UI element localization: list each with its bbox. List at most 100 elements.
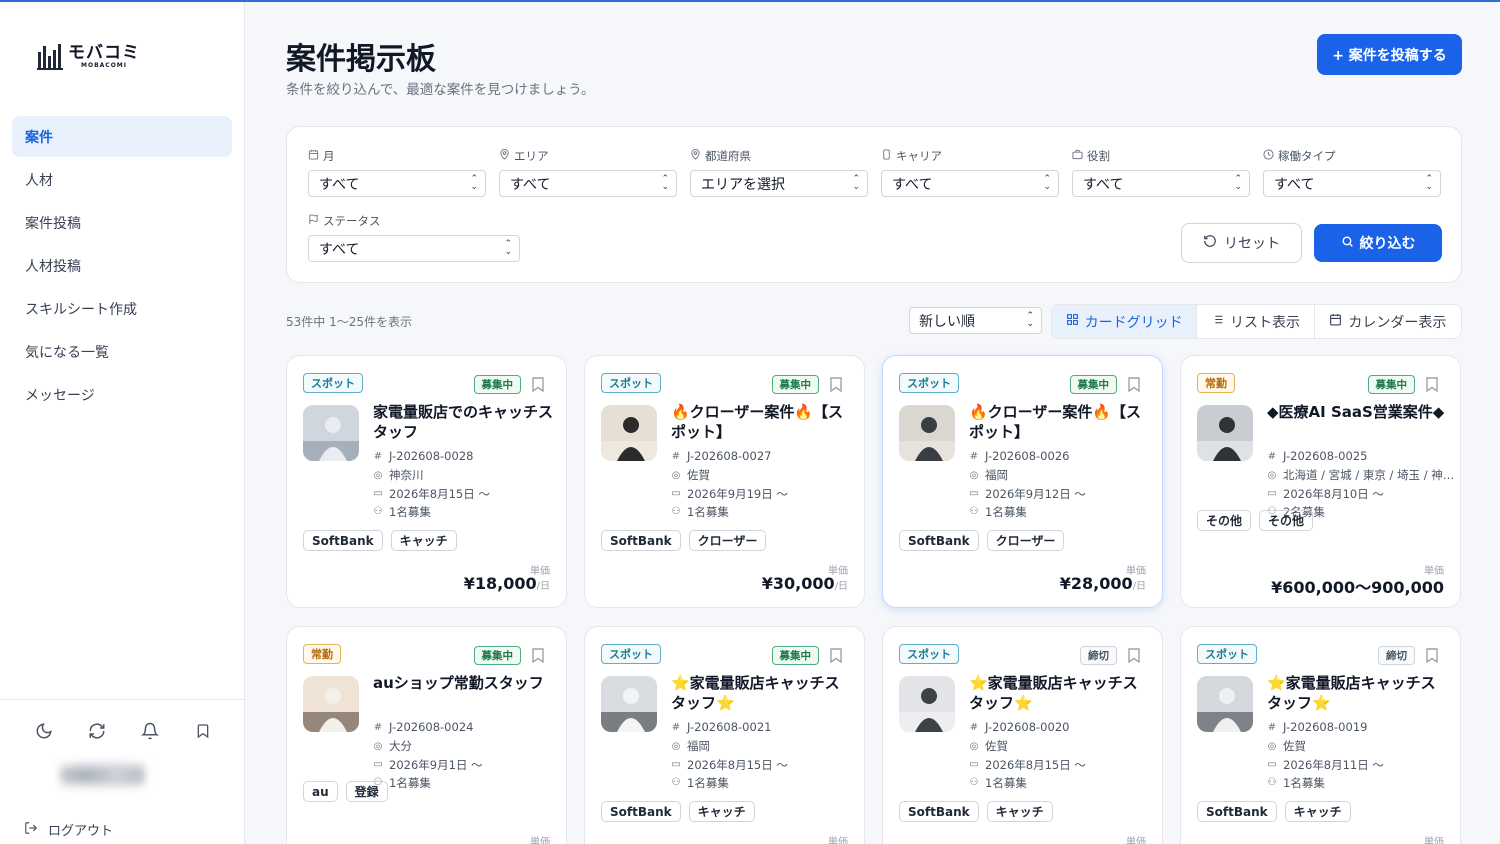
bookmark-icon[interactable] <box>1426 377 1438 393</box>
status-select-value: すべて <box>319 241 360 258</box>
bookmark-icon[interactable] <box>830 377 842 393</box>
search-icon <box>1341 235 1354 252</box>
job-card[interactable]: スポット 募集中 家電量販店でのキャッチスタッフ # J-202608-0028 ◎ 神奈川… <box>286 355 567 608</box>
bookmark-icon[interactable] <box>192 720 214 742</box>
apply-filter-button[interactable]: 絞り込む <box>1314 224 1442 262</box>
logout-button[interactable]: ログアウト <box>24 820 113 839</box>
job-card[interactable]: 常勤 募集中 auショップ常勤スタッフ # J-202608-0024 ◎ 大分 ▭ 2026年… <box>286 626 567 844</box>
tab-list-view[interactable]: リスト表示 <box>1197 305 1315 338</box>
job-title[interactable]: 家電量販店でのキャッチスタッフ <box>373 403 553 442</box>
work-type-select[interactable]: すべて ⌃ ⌄ <box>1263 170 1441 197</box>
job-headcount: ⚇ 1名募集 <box>671 775 729 791</box>
job-location: ◎ 北海道 / 宮城 / 東京 / 埼玉 / 神… <box>1267 467 1455 483</box>
hash-icon: # <box>969 450 979 462</box>
tag: SoftBank <box>899 530 979 551</box>
job-title[interactable]: 🔥クローザー案件🔥【スポット】 <box>671 403 851 442</box>
job-card[interactable]: スポット 募集中 ⭐家電量販店キャッチスタッフ⭐ # J-202608-0021 ◎ 福岡 ▭… <box>584 626 865 844</box>
bookmark-icon[interactable] <box>1128 648 1140 664</box>
dark-mode-icon[interactable] <box>33 720 55 742</box>
bookmark-icon[interactable] <box>532 377 544 393</box>
job-card[interactable]: スポット 締切 ⭐家電量販店キャッチスタッフ⭐ # J-202608-0019 ◎ 佐賀 ▭ 2… <box>1180 626 1461 844</box>
map-pin-icon: ◎ <box>671 469 681 481</box>
price-label: 単価 <box>828 837 848 844</box>
job-card[interactable]: スポット 締切 ⭐家電量販店キャッチスタッフ⭐ # J-202608-0020 ◎ 佐賀 ▭ 2… <box>882 626 1163 844</box>
user-profile-blurred[interactable] <box>60 760 145 790</box>
tag-list: SoftBank クローザー <box>899 530 1065 551</box>
bookmark-icon[interactable] <box>1426 648 1438 664</box>
carrier-select-value: すべて <box>892 176 933 193</box>
job-title[interactable]: ⭐家電量販店キャッチスタッフ⭐ <box>969 674 1149 713</box>
list-icon <box>1211 313 1224 330</box>
reset-button[interactable]: リセット <box>1181 223 1302 263</box>
job-type-badge: 常勤 <box>1197 373 1235 393</box>
job-price-unit: /日 <box>1132 581 1146 592</box>
post-job-button[interactable]: + 案件を投稿する <box>1317 34 1462 75</box>
sidebar-item-skill-sheet[interactable]: スキルシート作成 <box>12 288 232 329</box>
tab-calendar-view[interactable]: カレンダー表示 <box>1315 305 1461 338</box>
main-content: 案件掲示板 条件を絞り込んで、最適な案件を見つけましょう。 + 案件を投稿する … <box>246 2 1500 844</box>
view-toggle: カードグリッド リスト表示 カレンダー表示 <box>1051 304 1462 339</box>
carrier-select[interactable]: すべて ⌃ ⌄ <box>881 170 1059 197</box>
sort-select[interactable]: 新しい順 ⌃ ⌄ <box>909 307 1042 334</box>
tag-list: SoftBank キャッチ <box>899 801 1053 822</box>
job-id: # J-202608-0027 <box>671 449 772 463</box>
job-id: # J-202608-0028 <box>373 449 474 463</box>
job-type-badge: スポット <box>601 373 661 393</box>
job-card[interactable]: スポット 募集中 🔥クローザー案件🔥【スポット】 # J-202608-0027 ◎ 佐賀 ▭… <box>584 355 865 608</box>
status-badge: 募集中 <box>1367 375 1415 394</box>
people-icon: ⚇ <box>671 777 681 789</box>
month-select[interactable]: すべて ⌃ ⌄ <box>308 170 486 197</box>
sidebar-item-post-job[interactable]: 案件投稿 <box>12 202 232 243</box>
tab-card-grid[interactable]: カードグリッド <box>1052 305 1198 338</box>
job-id-text: J-202608-0019 <box>1283 720 1368 734</box>
job-price-value: ¥30,000 <box>761 574 835 593</box>
tag: キャッチ <box>390 530 457 551</box>
app-logo[interactable]: モバコミ MOBACOMI <box>37 42 140 70</box>
tag: クローザー <box>688 530 767 551</box>
job-title[interactable]: auショップ常勤スタッフ <box>373 674 553 694</box>
tag: SoftBank <box>601 801 681 822</box>
job-price-value: ¥18,000 <box>463 574 537 593</box>
logo-text: モバコミ <box>68 42 140 63</box>
sidebar-item-talent[interactable]: 人材 <box>12 159 232 200</box>
filter-area-label: エリア <box>514 149 549 163</box>
sidebar-item-favorites[interactable]: 気になる一覧 <box>12 331 232 372</box>
job-card[interactable]: 常勤 募集中 ◆医療AI SaaS営業案件◆ # J-202608-0025 ◎ 北海道 /… <box>1180 355 1461 608</box>
job-title[interactable]: ⭐家電量販店キャッチスタッフ⭐ <box>671 674 851 713</box>
bookmark-icon[interactable] <box>830 648 842 664</box>
refresh-icon[interactable] <box>86 720 108 742</box>
map-pin-icon <box>499 149 510 163</box>
job-start-date: ▭ 2026年8月15日 〜 <box>373 486 490 502</box>
job-location-text: 福岡 <box>687 739 710 754</box>
sidebar-item-messages[interactable]: メッセージ <box>12 374 232 415</box>
bookmark-icon[interactable] <box>532 648 544 664</box>
job-title[interactable]: ◆医療AI SaaS営業案件◆ <box>1267 403 1447 423</box>
job-location-text: 福岡 <box>985 468 1008 483</box>
tag: SoftBank <box>601 530 681 551</box>
job-id-text: J-202608-0028 <box>389 449 474 463</box>
job-title[interactable]: ⭐家電量販店キャッチスタッフ⭐ <box>1267 674 1447 713</box>
sidebar-item-jobs[interactable]: 案件 <box>12 116 232 157</box>
status-select[interactable]: すべて ⌃ ⌄ <box>308 235 520 262</box>
job-price-value: ¥28,000 <box>1059 574 1133 593</box>
tab-card-grid-label: カードグリッド <box>1084 314 1183 331</box>
bell-icon[interactable] <box>139 720 161 742</box>
result-count: 53件中 1〜25件を表示 <box>286 315 412 329</box>
tag: 登録 <box>345 781 388 802</box>
job-start-date: ▭ 2026年9月19日 〜 <box>671 486 788 502</box>
job-card[interactable]: スポット 募集中 🔥クローザー案件🔥【スポット】 # J-202608-0026 ◎ 福岡 ▭… <box>882 355 1163 608</box>
job-title[interactable]: 🔥クローザー案件🔥【スポット】 <box>969 403 1149 442</box>
calendar-icon <box>1329 313 1342 330</box>
job-start-date: ▭ 2026年8月11日 〜 <box>1267 757 1384 773</box>
bookmark-icon[interactable] <box>1128 377 1140 393</box>
calendar-icon: ▭ <box>373 488 383 500</box>
prefecture-select[interactable]: エリアを選択 ⌃ ⌄ <box>690 170 868 197</box>
role-select[interactable]: すべて ⌃ ⌄ <box>1072 170 1250 197</box>
sidebar-item-post-talent[interactable]: 人材投稿 <box>12 245 232 286</box>
page-title: 案件掲示板 <box>286 42 436 77</box>
job-location: ◎ 福岡 <box>969 467 1008 483</box>
area-select[interactable]: すべて ⌃ ⌄ <box>499 170 677 197</box>
job-id: # J-202608-0024 <box>373 720 474 734</box>
job-location: ◎ 福岡 <box>671 738 710 754</box>
job-start-date-text: 2026年8月10日 〜 <box>1283 486 1384 501</box>
